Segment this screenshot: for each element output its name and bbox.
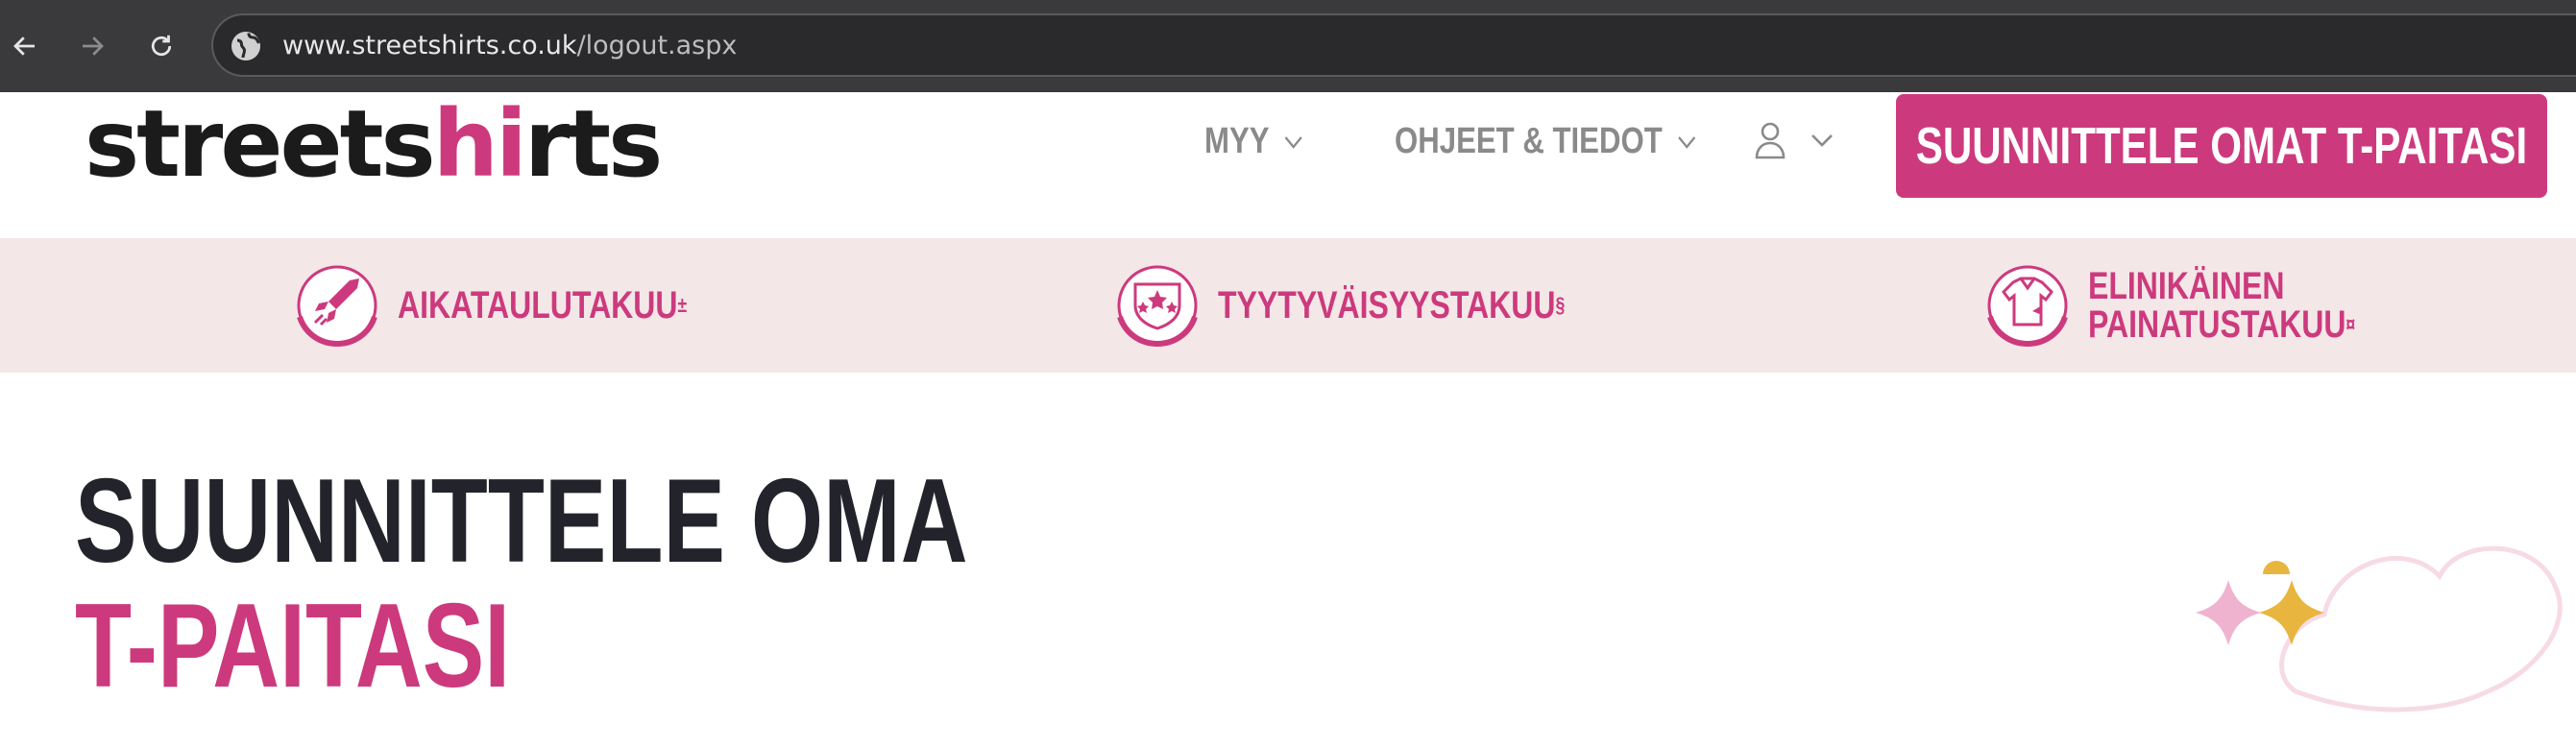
- hero-title: SUUNNITTELE OMA T-PAITASI: [75, 459, 968, 709]
- back-arrow-icon: [13, 36, 35, 56]
- account-menu[interactable]: [1754, 121, 1835, 159]
- back-button[interactable]: [6, 27, 44, 65]
- user-icon: [1755, 122, 1786, 159]
- guarantee-strip: AIKATAULUTAKUU± TYYTYVÄISYYSTAKUU§ ELINI…: [0, 238, 2576, 373]
- cta-label: SUUNNITTELE OMAT T-PAITASI: [1915, 117, 2528, 175]
- site-header: streetshirts MYY OHJEET & TIEDOT SUUNNIT…: [0, 92, 2576, 236]
- chevron-down-icon: [1285, 135, 1302, 149]
- logo-text-start: streets: [85, 90, 436, 198]
- guarantee-satisfaction[interactable]: TYYTYVÄISYYSTAKUU§: [1114, 259, 1652, 351]
- url-host: www.streetshirts.co.uk: [282, 31, 577, 60]
- url-path: /logout.aspx: [576, 31, 738, 60]
- guarantee-lifetime-label: ELINIKÄINEN PAINATUSTAKUU¤: [2088, 265, 2356, 346]
- menu-myy-label: MYY: [1204, 121, 1270, 161]
- logo-text-end: rts: [523, 90, 663, 198]
- stars-shield-icon: [1117, 265, 1198, 348]
- hero-title-line1: SUUNNITTELE OMA: [75, 455, 968, 588]
- hero-title-line2: T-PAITASI: [75, 580, 511, 713]
- menu-myy[interactable]: MYY: [1204, 121, 1304, 162]
- guarantee-timetable-label: AIKATAULUTAKUU±: [398, 284, 688, 326]
- logo-text-mid: hi: [432, 90, 527, 198]
- chevron-down-icon: [1811, 134, 1833, 147]
- guarantee-lifetime-print[interactable]: ELINIKÄINEN PAINATUSTAKUU¤: [1984, 259, 2422, 351]
- reload-icon: [151, 35, 172, 57]
- shirt-icon: [1987, 265, 2068, 348]
- url-text: www.streetshirts.co.uk/logout.aspx: [282, 31, 737, 60]
- rocket-icon: [297, 265, 377, 348]
- chevron-down-icon: [1678, 135, 1696, 149]
- menu-ohjeet-label: OHJEET & TIEDOT: [1395, 121, 1663, 161]
- forward-button[interactable]: [73, 27, 111, 65]
- guarantee-satisfaction-label: TYYTYVÄISYYSTAKUU§: [1218, 284, 1566, 326]
- forward-arrow-icon: [83, 36, 104, 56]
- guarantee-timetable[interactable]: AIKATAULUTAKUU±: [294, 259, 759, 351]
- address-bar[interactable]: www.streetshirts.co.uk/logout.aspx: [211, 13, 2576, 77]
- reload-button[interactable]: [142, 27, 181, 65]
- sparkle-decoration: [2196, 545, 2563, 713]
- globe-icon: [231, 32, 260, 60]
- menu-ohjeet-tiedot[interactable]: OHJEET & TIEDOT: [1395, 121, 1697, 162]
- browser-toolbar: www.streetshirts.co.uk/logout.aspx: [0, 0, 2576, 92]
- design-your-tshirt-button[interactable]: SUUNNITTELE OMAT T-PAITASI: [1896, 94, 2547, 198]
- streetshirts-logo[interactable]: streetshirts: [85, 98, 663, 190]
